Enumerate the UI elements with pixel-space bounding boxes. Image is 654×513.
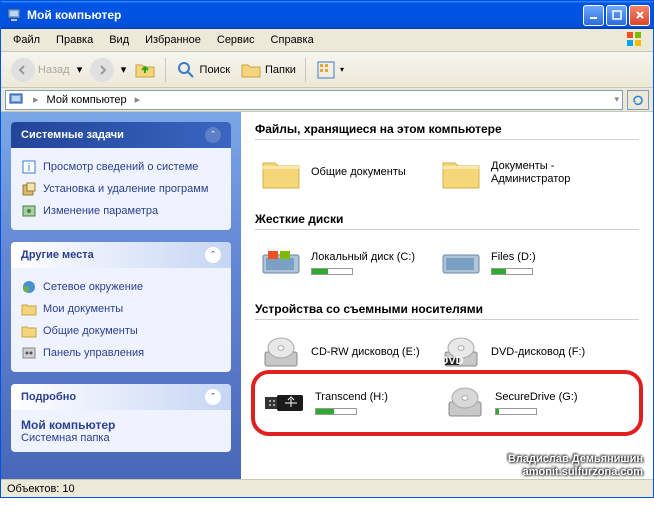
search-label: Поиск — [200, 64, 230, 76]
chevron-right-icon: ▸ — [29, 93, 43, 106]
forward-dropdown[interactable]: ▾ — [120, 61, 128, 79]
task-change-setting[interactable]: Изменение параметра — [21, 200, 221, 222]
body: Системные задачи ˆ iПросмотр сведений о … — [1, 112, 653, 479]
system-tasks-panel: Системные задачи ˆ iПросмотр сведений о … — [11, 122, 231, 230]
removable-disk-icon — [445, 386, 485, 420]
hdd-icon — [260, 247, 302, 279]
svg-text:i: i — [28, 162, 30, 174]
back-dropdown[interactable]: ▾ — [76, 61, 84, 79]
addressbar: ▸ Мой компьютер ▸ ▾ — [1, 88, 653, 112]
address-field[interactable]: ▸ Мой компьютер ▸ ▾ — [5, 90, 623, 110]
task-system-info[interactable]: iПросмотр сведений о системе — [21, 156, 221, 178]
item-local-disk-c[interactable]: Локальный диск (C:) — [255, 240, 435, 286]
close-button[interactable] — [629, 5, 650, 26]
system-tasks-header[interactable]: Системные задачи ˆ — [11, 122, 231, 148]
refresh-button[interactable] — [627, 90, 649, 110]
toolbar: Назад ▾ ▾ Поиск Папки ▾ — [1, 52, 653, 88]
chevron-up-icon: ˆ — [205, 247, 221, 263]
section-title: Файлы, хранящиеся на этом компьютере — [255, 122, 639, 140]
item-admin-documents[interactable]: Документы - Администратор — [435, 150, 615, 196]
chevron-up-icon: ˆ — [205, 389, 221, 405]
menubar: Файл Правка Вид Избранное Сервис Справка — [1, 29, 653, 52]
window-title: Мой компьютер — [27, 8, 581, 22]
forward-button — [86, 55, 118, 85]
titlebar[interactable]: Мой компьютер — [1, 1, 653, 29]
section-removable: Устройства со съемными носителями CD-RW … — [255, 302, 639, 436]
chevron-up-icon: ˆ — [205, 127, 221, 143]
address-dropdown[interactable]: ▾ — [614, 94, 619, 105]
menu-favorites[interactable]: Избранное — [137, 31, 209, 49]
details-name: Мой компьютер — [21, 418, 221, 432]
toolbar-sep — [165, 58, 166, 82]
folder-icon — [440, 155, 482, 191]
section-hdd: Жесткие диски Локальный диск (C:) Files … — [255, 212, 639, 286]
item-cdrw-e[interactable]: CD-RW дисковод (E:) — [255, 330, 435, 376]
dvd-icon: DVD — [441, 336, 481, 370]
sidebar: Системные задачи ˆ iПросмотр сведений о … — [1, 112, 241, 479]
details-type: Системная папка — [21, 432, 221, 444]
watermark: Владислав Демьянишин amonit.sulfurzona.c… — [508, 453, 643, 479]
section-title: Жесткие диски — [255, 212, 639, 230]
folders-label: Папки — [265, 64, 296, 76]
up-button[interactable] — [130, 56, 160, 84]
svg-text:DVD: DVD — [441, 355, 464, 367]
details-panel: Подробно ˆ Мой компьютер Системная папка — [11, 384, 231, 452]
my-computer-icon — [7, 7, 23, 23]
item-securedrive-g[interactable]: SecureDrive (G:) — [439, 380, 619, 426]
highlight-box: Transcend (H:) SecureDrive (G:) — [251, 370, 643, 436]
item-dvd-f[interactable]: DVD DVD-дисковод (F:) — [435, 330, 615, 376]
hdd-icon — [440, 247, 482, 279]
window: Мой компьютер Файл Правка Вид Избранное … — [0, 0, 654, 498]
usage-bar — [311, 268, 353, 275]
folder-icon — [260, 155, 302, 191]
search-button[interactable]: Поиск — [171, 56, 234, 84]
back-label: Назад — [38, 64, 70, 76]
usb-icon — [263, 393, 307, 413]
address-path[interactable]: Мой компьютер — [47, 94, 127, 106]
menu-tools[interactable]: Сервис — [209, 31, 263, 49]
item-files-d[interactable]: Files (D:) — [435, 240, 615, 286]
menu-edit[interactable]: Правка — [48, 31, 101, 49]
my-computer-icon — [9, 92, 25, 108]
cd-icon — [261, 336, 301, 370]
views-button[interactable]: ▾ — [311, 56, 348, 84]
status-text: Объектов: 10 — [7, 483, 75, 495]
menu-file[interactable]: Файл — [5, 31, 48, 49]
windows-flag-icon — [625, 30, 645, 50]
place-documents[interactable]: Мои документы — [21, 298, 221, 320]
place-network[interactable]: Сетевое окружение — [21, 276, 221, 298]
menu-help[interactable]: Справка — [263, 31, 322, 49]
statusbar: Объектов: 10 — [1, 479, 653, 497]
task-add-remove[interactable]: Установка и удаление программ — [21, 178, 221, 200]
menu-view[interactable]: Вид — [101, 31, 137, 49]
other-places-panel: Другие места ˆ Сетевое окружение Мои док… — [11, 242, 231, 372]
place-shared-docs[interactable]: Общие документы — [21, 320, 221, 342]
place-control-panel[interactable]: Панель управления — [21, 342, 221, 364]
other-places-header[interactable]: Другие места ˆ — [11, 242, 231, 268]
usage-bar — [495, 408, 537, 415]
section-files: Файлы, хранящиеся на этом компьютере Общ… — [255, 122, 639, 196]
chevron-right-icon[interactable]: ▸ — [131, 93, 145, 106]
usage-bar — [315, 408, 357, 415]
item-transcend-h[interactable]: Transcend (H:) — [259, 380, 439, 426]
item-shared-documents[interactable]: Общие документы — [255, 150, 435, 196]
section-title: Устройства со съемными носителями — [255, 302, 639, 320]
back-button: Назад — [7, 55, 74, 85]
toolbar-sep-2 — [305, 58, 306, 82]
maximize-button[interactable] — [606, 5, 627, 26]
content-pane[interactable]: Файлы, хранящиеся на этом компьютере Общ… — [241, 112, 653, 479]
minimize-button[interactable] — [583, 5, 604, 26]
usage-bar — [491, 268, 533, 275]
folders-button[interactable]: Папки — [236, 56, 300, 84]
details-header[interactable]: Подробно ˆ — [11, 384, 231, 410]
